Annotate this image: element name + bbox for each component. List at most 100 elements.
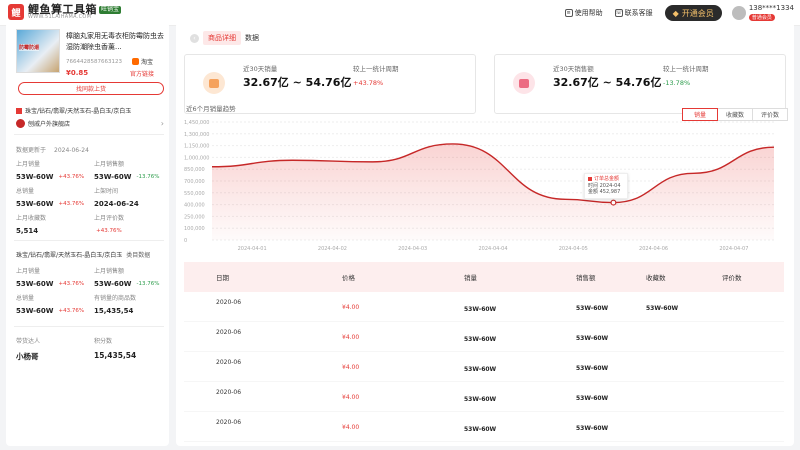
user-menu[interactable]: 138****1334 普通会员 [731, 4, 794, 21]
logo-url: WWW.51LAIHAMA.COM [28, 14, 92, 20]
table-cell: 53W-60W [464, 336, 497, 343]
table-cell: 2020-06 [216, 299, 242, 306]
x-tick-label: 2024-04-01 [238, 246, 267, 252]
y-tick-label: 1,000,000 [184, 155, 209, 161]
cat-stat-revenue: 上月销售额 53W-60W -13.76% [94, 268, 160, 288]
y-tick-label: 100,000 [184, 226, 205, 232]
product-id: 766442858766312​3 [66, 59, 122, 65]
highlight-point [610, 199, 617, 206]
table-cell: ¥4.00 [342, 304, 360, 311]
store-row[interactable]: 刨戚户外旗舰店 › [16, 119, 164, 128]
crumb-active[interactable]: 商品详细 [203, 31, 241, 45]
cat-stat-sales: 上月销量 53W-60W +43.76% [16, 268, 85, 288]
trend-title: 近6个月销量趋势 [186, 105, 236, 113]
table-cell: 2020-06 [216, 389, 242, 396]
official-link[interactable]: 官方链接 [130, 69, 154, 78]
category-stats-title: 珠宝/钻石/翡翠/天然玉石-晶白玉/京白玉 类目数据 [16, 252, 151, 259]
y-tick-label: 1,300,000 [184, 132, 209, 138]
table-row[interactable]: 2020-06 ¥4.00 53W-60W 53W-60W [184, 322, 784, 352]
product-thumbnail[interactable]: 防霉防潮 [16, 29, 60, 73]
user-phone: 138****1334 [748, 4, 794, 13]
stat-total: 总销量 53W-60W +43.76% [16, 188, 85, 208]
x-tick-label: 2024-04-07 [719, 246, 748, 252]
avatar [731, 6, 746, 20]
table-cell: 53W-60W [464, 396, 497, 403]
receipt-icon [513, 72, 535, 94]
y-tick-label: 400,000 [184, 203, 205, 209]
stat-sales: 上月销量 53W-60W +43.76% [16, 161, 85, 181]
taobao-icon [132, 58, 139, 65]
table-cell: ¥4.00 [342, 424, 360, 431]
table-row[interactable]: 2020-06 ¥4.00 53W-60W 53W-60W [184, 352, 784, 382]
sales-trend-chart: 1,450,000 1,300,000 1,150,000 1,000,000 850,… [184, 120, 775, 252]
revenue-card: 近30天销售额 32.67亿 ~ 54.76亿 较上一统计周期 -13.78% [494, 54, 786, 114]
x-tick-label: 2024-04-02 [318, 246, 347, 252]
table-cell: ¥4.00 [342, 394, 360, 401]
table-header: 日期 价格 销量 销售额 收藏数 评价数 [184, 262, 784, 292]
table-cell: 53W-60W [576, 365, 609, 372]
diamond-icon: ◆ [672, 8, 679, 18]
table-cell: 2020-06 [216, 359, 242, 366]
table-cell: 2020-06 [216, 329, 242, 336]
logo[interactable]: 鲤 鲤鱼算工具箱 旺销宝 WWW.51LAIHAMA.COM [8, 4, 122, 20]
document-icon: ≡ [564, 9, 573, 17]
series-area [212, 143, 774, 240]
y-tick-label: 0 [184, 238, 187, 244]
y-tick-label: 250,000 [184, 214, 205, 220]
table-cell: 2020-06 [216, 419, 242, 426]
stat-listing: 上架时间 2024-06-24 [94, 188, 139, 208]
table-cell: 53W-60W [576, 425, 609, 432]
logo-badge: 旺销宝 [99, 6, 122, 14]
vip-button[interactable]: ◆ 开通会员 [664, 5, 722, 21]
back-icon[interactable]: ‹ [190, 33, 199, 43]
crumb-next: 数据 [245, 34, 259, 42]
tab-sales[interactable]: 销量 [682, 108, 718, 121]
details-panel: ‹ 商品详细 数据 近30天销量 32.67亿 ~ 54.76亿 较上一统计周期… [176, 22, 794, 446]
product-title[interactable]: 樟脑丸家用无毒衣柜防霉防虫去湿防潮除虫香薰... [66, 31, 166, 53]
chevron-right-icon: › [160, 119, 164, 128]
cat-stat-products: 有销量的商品数 15,435,54 [94, 295, 137, 315]
y-tick-label: 700,000 [184, 179, 205, 185]
x-tick-label: 2024-04-06 [639, 246, 668, 252]
stat-revenue: 上月销售额 53W-60W -13.76% [94, 161, 160, 181]
x-tick-label: 2024-04-04 [478, 246, 507, 252]
headset-icon: ☏ [614, 9, 623, 17]
chart-tooltip: 订单总金额 时间 2024-04 金额 452,987 [584, 173, 628, 199]
y-tick-label: 1,450,000 [184, 120, 209, 126]
product-panel: 防霉防潮 樟脑丸家用无毒衣柜防霉防虫去湿防潮除虫香薰... 7664428587… [6, 22, 169, 446]
data-table: 日期 价格 销量 销售额 收藏数 评价数 2020-06 ¥4.00 53W-60W… [184, 262, 784, 444]
table-cell: ¥4.00 [342, 334, 360, 341]
category-row: 珠宝/钻石/翡翠/天然玉石-晶白玉/京白玉 [16, 106, 131, 115]
y-tick-label: 550,000 [184, 191, 205, 197]
table-row[interactable]: 2020-06 ¥4.00 53W-60W 53W-60W 53W-60W [184, 292, 784, 322]
table-cell: 53W-60W [464, 366, 497, 373]
user-tag: 普通会员 [748, 13, 775, 21]
store-icon [16, 119, 25, 128]
platform: 淘宝 [132, 57, 153, 66]
table-cell: 53W-60W [576, 335, 609, 342]
table-cell: 53W-60W [646, 305, 679, 312]
table-row[interactable]: 2020-06 ¥4.00 53W-60W 53W-60W [184, 382, 784, 412]
table-cell: 53W-60W [576, 395, 609, 402]
table-cell: 53W-60W [464, 426, 497, 433]
help-link[interactable]: ≡ 使用帮助 [564, 8, 603, 18]
contact-link[interactable]: ☏ 联系客服 [614, 8, 653, 18]
find-same-button[interactable]: 找同款上货 [18, 82, 164, 95]
category-icon [16, 107, 22, 114]
x-tick-label: 2024-04-03 [398, 246, 427, 252]
table-cell: 53W-60W [464, 306, 497, 313]
stat-reviews: 上月评价数 [94, 215, 125, 222]
y-tick-label: 850,000 [184, 167, 205, 173]
influencer: 带货达人 小杨哥 [16, 338, 41, 361]
table-row[interactable]: 2020-06 ¥4.00 53W-60W 53W-60W [184, 412, 784, 442]
points: 积分数 15,435,54 [94, 338, 137, 360]
table-cell: ¥4.00 [342, 364, 360, 371]
breadcrumb: ‹ 商品详细 数据 [190, 31, 259, 45]
y-tick-label: 1,150,000 [184, 144, 209, 150]
logo-icon: 鲤 [8, 4, 24, 20]
product-price: ¥0.85 [66, 69, 89, 77]
x-tick-label: 2024-04-05 [559, 246, 588, 252]
update-time: 数据更新于 2024-06-24 [16, 147, 89, 154]
cart-icon [203, 72, 225, 94]
table-cell: 53W-60W [576, 305, 609, 312]
